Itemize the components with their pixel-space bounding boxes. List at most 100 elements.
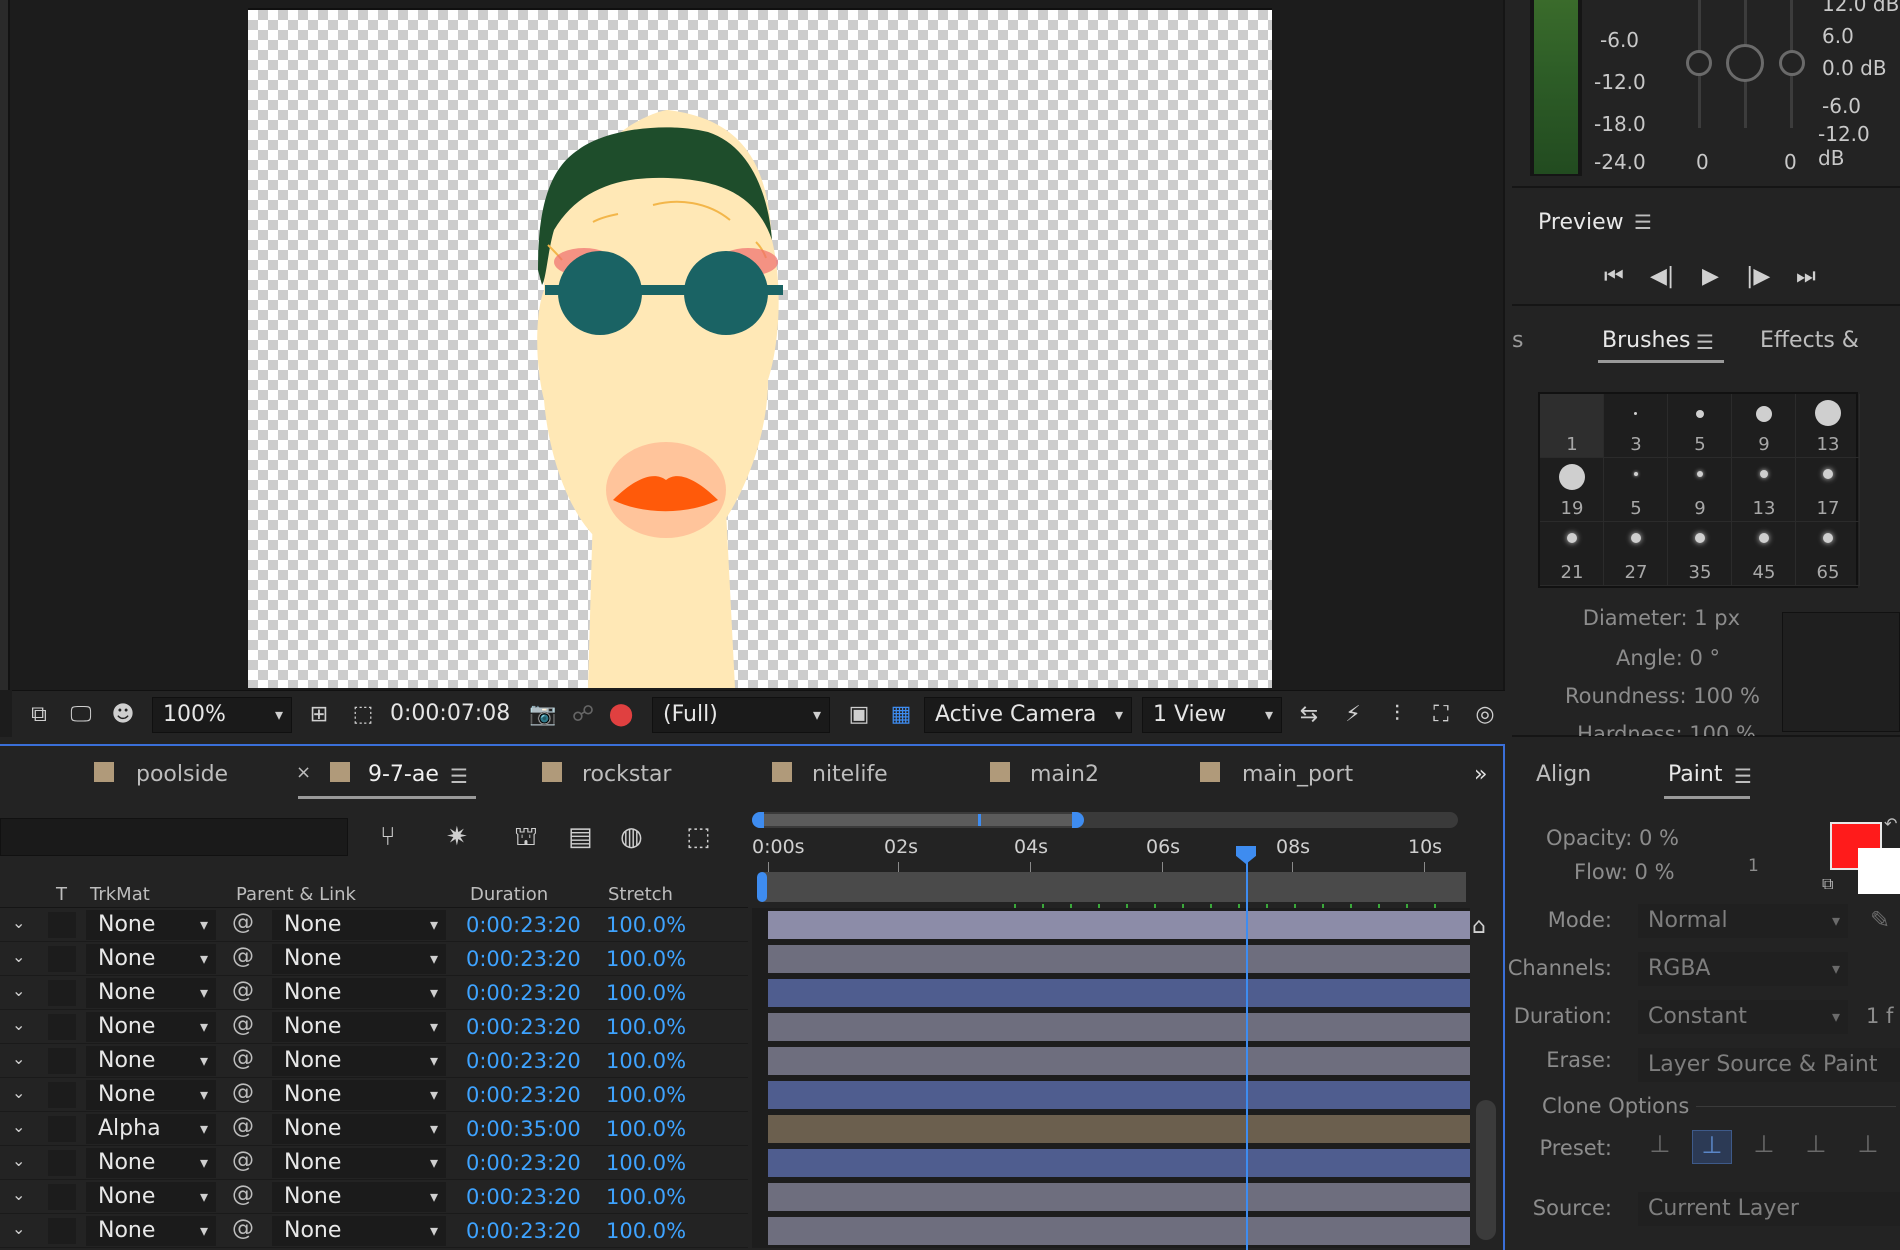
duration-value[interactable]: 0:00:23:20 (466, 910, 581, 940)
chevron-down-icon[interactable]: ⌄ (12, 1117, 25, 1136)
tab-effects[interactable]: Effects & (1760, 328, 1859, 353)
resolution-dropdown[interactable]: (Full) ▾ (652, 697, 830, 733)
preserve-transparency-box[interactable] (48, 1116, 76, 1142)
layer-row[interactable]: ⌄ None ▾ @ None ▾ 0:00:23:20 100.0% (0, 1214, 748, 1248)
erase-dropdown[interactable]: Layer Source & Paint (1638, 1048, 1900, 1082)
paint-opacity[interactable]: Opacity: 0 % (1546, 826, 1679, 850)
pick-whip-icon[interactable]: @ (232, 1046, 254, 1071)
toggle-pixel-aspect-icon[interactable]: ⇆ (1294, 701, 1324, 729)
color-channels-icon[interactable]: ⬤ (606, 701, 636, 729)
motion-blur-icon[interactable]: ◍ (620, 822, 643, 852)
trkmat-dropdown[interactable]: None ▾ (86, 944, 216, 974)
layer-row[interactable]: ⌄ None ▾ @ None ▾ 0:00:23:20 100.0% (0, 1044, 748, 1078)
channels-dropdown[interactable]: RGBA ▾ (1638, 952, 1848, 986)
brush-tip[interactable]: 5 (1668, 394, 1732, 458)
play-button[interactable]: ▶ (1702, 264, 1719, 289)
brush-angle[interactable]: Angle: 0 ° (1540, 646, 1720, 670)
exposure-reset-icon[interactable]: ◎ (1470, 701, 1500, 729)
frame-blending-icon[interactable]: ▤ (568, 822, 593, 852)
stretch-value[interactable]: 100.0% (606, 1182, 686, 1212)
chevron-down-icon[interactable]: ⌄ (12, 981, 25, 1000)
preserve-transparency-box[interactable] (48, 912, 76, 938)
brush-tip[interactable]: 65 (1796, 522, 1860, 586)
brush-tip[interactable]: 19 (1540, 458, 1604, 522)
trkmat-dropdown[interactable]: None ▾ (86, 1216, 216, 1246)
left-slider-knob[interactable] (1686, 50, 1712, 76)
region-of-interest-icon[interactable]: ⬚ (348, 701, 378, 729)
pick-whip-icon[interactable]: @ (232, 1182, 254, 1207)
clone-source-dropdown[interactable]: Current Layer (1638, 1192, 1900, 1226)
composition-canvas[interactable] (248, 10, 1272, 688)
preserve-transparency-box[interactable] (48, 1218, 76, 1244)
trkmat-dropdown[interactable]: None ▾ (86, 1182, 216, 1212)
duration-value[interactable]: 0:00:23:20 (466, 1182, 581, 1212)
layer-bar[interactable] (768, 1183, 1470, 1211)
stretch-value[interactable]: 100.0% (606, 1114, 686, 1144)
layer-row[interactable]: ⌄ None ▾ @ None ▾ 0:00:23:20 100.0% (0, 1146, 748, 1180)
always-preview-icon[interactable]: ⧉ (24, 701, 54, 729)
panel-menu-icon[interactable]: ☰ (1734, 764, 1752, 788)
brush-tip[interactable]: 13 (1796, 394, 1860, 458)
layer-row[interactable]: ⌄ None ▾ @ None ▾ 0:00:23:20 100.0% (0, 1180, 748, 1214)
brush-tip[interactable]: 27 (1604, 522, 1668, 586)
trkmat-dropdown[interactable]: None ▾ (86, 1148, 216, 1178)
duration-value[interactable]: 0:00:23:20 (466, 1148, 581, 1178)
stretch-value[interactable]: 100.0% (606, 1080, 686, 1110)
comp-flowchart-icon[interactable]: ⑂ (380, 822, 396, 852)
layer-bar[interactable] (768, 1013, 1470, 1041)
work-area-bar[interactable] (762, 872, 1466, 902)
chevron-down-icon[interactable]: ⌄ (12, 947, 25, 966)
parent-dropdown[interactable]: None ▾ (272, 1080, 446, 1110)
preserve-transparency-box[interactable] (48, 1048, 76, 1074)
duration-value[interactable]: 0:00:23:20 (466, 1216, 581, 1246)
brush-tip[interactable]: 5 (1604, 458, 1668, 522)
chevron-down-icon[interactable]: ⌄ (12, 1151, 25, 1170)
duration-value[interactable]: 0:00:23:20 (466, 1046, 581, 1076)
preserve-transparency-box[interactable] (48, 1014, 76, 1040)
pick-whip-icon[interactable]: @ (232, 1012, 254, 1037)
chevron-down-icon[interactable]: ⌄ (12, 1185, 25, 1204)
right-slider-knob[interactable] (1779, 50, 1805, 76)
brush-tip[interactable]: 21 (1540, 522, 1604, 586)
shy-layers-icon[interactable]: ⛫ (514, 822, 538, 856)
graph-editor-icon[interactable]: ⬚ (686, 822, 711, 852)
reset-colors-icon[interactable]: ↶ (1884, 814, 1897, 833)
layer-search-input[interactable] (0, 818, 348, 856)
first-frame-button[interactable]: ⏮ (1604, 264, 1624, 289)
grid-guides-icon[interactable]: ⊞ (304, 701, 334, 729)
parent-dropdown[interactable]: None ▾ (272, 1182, 446, 1212)
pick-whip-icon[interactable]: @ (232, 978, 254, 1003)
layer-bar[interactable] (768, 1081, 1470, 1109)
preserve-transparency-box[interactable] (48, 980, 76, 1006)
layer-bar[interactable] (768, 945, 1470, 973)
monitor-icon[interactable]: 🖵 (66, 701, 96, 729)
navigator-start-handle[interactable] (752, 812, 764, 828)
brush-tip[interactable]: 9 (1668, 458, 1732, 522)
parent-dropdown[interactable]: None ▾ (272, 1012, 446, 1042)
previous-frame-button[interactable]: ◀| (1650, 264, 1674, 289)
duration-frames[interactable]: 1 f (1866, 1004, 1893, 1028)
stretch-value[interactable]: 100.0% (606, 1046, 686, 1076)
clone-preset-icon[interactable]: ⊥ (1640, 1130, 1680, 1164)
clone-preset-icon[interactable]: ⊥ (1744, 1130, 1784, 1164)
trkmat-dropdown[interactable]: None ▾ (86, 1046, 216, 1076)
layer-row[interactable]: ⌄ None ▾ @ None ▾ 0:00:23:20 100.0% (0, 1078, 748, 1112)
tab-main2[interactable]: main2 (1030, 762, 1099, 787)
parent-dropdown[interactable]: None ▾ (272, 1216, 446, 1246)
brush-tip[interactable]: 3 (1604, 394, 1668, 458)
stretch-value[interactable]: 100.0% (606, 978, 686, 1008)
column-trkmat[interactable]: TrkMat (90, 884, 150, 905)
column-duration[interactable]: Duration (470, 884, 548, 905)
parent-dropdown[interactable]: None ▾ (272, 978, 446, 1008)
pick-whip-icon[interactable]: @ (232, 944, 254, 969)
duration-value[interactable]: 0:00:23:20 (466, 944, 581, 974)
current-time-field[interactable]: 0:00:07:08 (380, 697, 520, 733)
fast-previews-icon[interactable]: ▣ (844, 701, 874, 729)
next-frame-button[interactable]: |▶ (1746, 264, 1770, 289)
layer-row[interactable]: ⌄ None ▾ @ None ▾ 0:00:23:20 100.0% (0, 976, 748, 1010)
chevron-down-icon[interactable]: ⌄ (12, 913, 25, 932)
trkmat-dropdown[interactable]: None ▾ (86, 978, 216, 1008)
panel-menu-icon[interactable]: ☰ (1634, 210, 1652, 234)
stretch-value[interactable]: 100.0% (606, 944, 686, 974)
clone-preset-icon[interactable]: ⊥ (1848, 1130, 1888, 1164)
